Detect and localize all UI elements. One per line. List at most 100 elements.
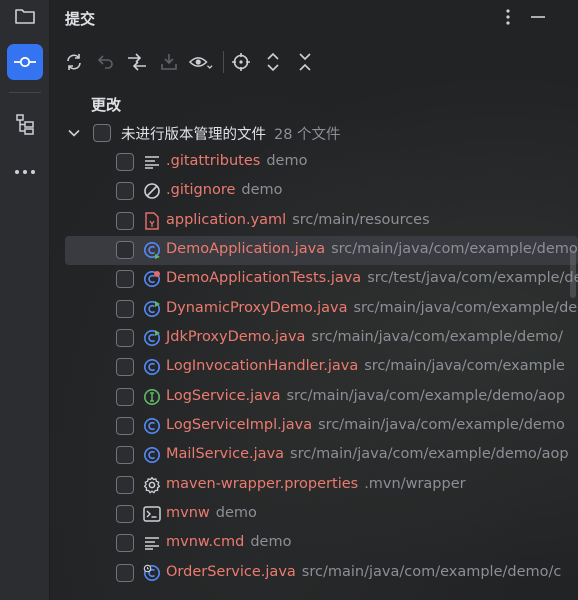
file-checkbox[interactable] xyxy=(116,211,134,230)
scrollbar-thumb[interactable] xyxy=(570,250,576,298)
file-name-text: mvnw.cmd xyxy=(166,534,245,551)
file-name: MailService.java src/main/java/com/exampl… xyxy=(166,446,569,462)
file-name-text: LogInvocationHandler.java xyxy=(166,358,359,375)
file-row[interactable]: MailService.java src/main/java/com/exampl… xyxy=(50,441,578,470)
shelve-icon xyxy=(157,50,181,74)
file-name: DemoApplication.java src/main/java/com/ex… xyxy=(166,241,578,257)
file-row[interactable]: DemoApplication.java src/main/java/com/ex… xyxy=(50,235,578,265)
file-path: src/main/java/com/example/demo/aop xyxy=(286,387,566,404)
commit-icon[interactable] xyxy=(7,44,43,80)
text-file-icon xyxy=(143,534,161,552)
file-path: demo xyxy=(241,182,283,199)
expand-all-icon[interactable] xyxy=(261,50,285,74)
collapse-all-icon[interactable] xyxy=(293,50,317,74)
panel-title: 提交 xyxy=(65,10,96,28)
file-row[interactable]: LogInvocationHandler.java src/main/java/c… xyxy=(50,353,578,382)
options-menu-icon[interactable] xyxy=(496,5,520,29)
group-checkbox[interactable] xyxy=(93,124,111,142)
file-row[interactable]: .gitattributes demo xyxy=(50,148,578,177)
file-name-text: application.yaml xyxy=(166,211,287,228)
file-path: src/main/java/com/example/demo/ xyxy=(311,328,564,345)
file-name-text: JdkProxyDemo.java xyxy=(166,328,306,345)
file-path: src/main/java/com/example/demo/aop xyxy=(290,446,569,463)
locate-icon[interactable] xyxy=(229,50,253,74)
commit-panel: 提交 更改 未进行版本管理的文件 28 个文件 .gitattributes d… xyxy=(50,0,578,600)
group-name: 未进行版本管理的文件 xyxy=(121,127,266,143)
file-row[interactable]: mvnw.cmd demo xyxy=(50,529,578,558)
terminal-icon xyxy=(143,505,161,523)
file-path: .mvn/wrapper xyxy=(364,475,466,492)
file-name: maven-wrapper.properties .mvn/wrapper xyxy=(166,476,466,492)
file-row[interactable]: OrderService.java src/main/java/com/examp… xyxy=(50,559,578,588)
runnable-class-icon xyxy=(143,329,161,347)
file-path: src/test/java/com/example/demo xyxy=(367,270,578,287)
preview-icon[interactable] xyxy=(189,50,213,74)
chevron-down-icon[interactable] xyxy=(66,125,82,141)
file-name: mvnw.cmd demo xyxy=(166,534,291,550)
file-name: DemoApplicationTests.java src/test/java/c… xyxy=(166,270,578,286)
file-name-text: mvnw xyxy=(166,504,210,521)
file-path: src/main/java/com/example/demo/c xyxy=(301,563,562,580)
more-icon[interactable] xyxy=(7,154,43,190)
group-label: 未进行版本管理的文件 28 个文件 xyxy=(121,123,341,144)
file-row[interactable]: JdkProxyDemo.java src/main/java/com/examp… xyxy=(50,324,578,353)
file-name-text: MailService.java xyxy=(166,446,285,463)
file-checkbox[interactable] xyxy=(116,387,134,406)
file-checkbox[interactable] xyxy=(116,358,134,377)
toolbar-divider xyxy=(223,51,224,73)
file-checkbox[interactable] xyxy=(116,446,134,465)
file-checkbox[interactable] xyxy=(116,328,134,347)
structure-icon[interactable] xyxy=(7,106,43,142)
compare-icon[interactable] xyxy=(125,50,149,74)
file-path: demo xyxy=(250,534,292,551)
file-checkbox[interactable] xyxy=(116,182,134,201)
class-icon xyxy=(143,417,161,435)
minimize-icon[interactable] xyxy=(526,5,550,29)
file-name-text: .gitignore xyxy=(166,182,236,199)
file-row[interactable]: DynamicProxyDemo.java src/main/java/com/e… xyxy=(50,295,578,324)
file-checkbox[interactable] xyxy=(116,299,134,318)
stripe-divider xyxy=(9,92,41,93)
file-name-text: .gitattributes xyxy=(166,153,261,169)
file-path: src/main/java/com/example xyxy=(364,358,565,375)
file-checkbox[interactable] xyxy=(116,240,134,259)
yaml-icon xyxy=(143,211,161,230)
file-row[interactable]: LogService.java src/main/java/com/example… xyxy=(50,383,578,412)
file-name: LogService.java src/main/java/com/example… xyxy=(166,388,565,404)
file-row[interactable]: maven-wrapper.properties .mvn/wrapper xyxy=(50,471,578,500)
file-path: src/main/resources xyxy=(292,211,430,228)
file-row[interactable]: .gitignore demo xyxy=(50,177,578,206)
file-row[interactable]: application.yaml src/main/resources xyxy=(50,207,578,236)
file-checkbox[interactable] xyxy=(116,534,134,553)
file-row[interactable]: mvnw demo xyxy=(50,500,578,529)
file-checkbox[interactable] xyxy=(116,475,134,494)
file-name-text: maven-wrapper.properties xyxy=(166,475,359,492)
changes-section-label: 更改 xyxy=(91,96,122,114)
folder-icon[interactable] xyxy=(7,0,43,34)
file-name: DynamicProxyDemo.java src/main/java/com/e… xyxy=(166,300,578,316)
runnable-class-icon xyxy=(143,300,161,318)
file-name: JdkProxyDemo.java src/main/java/com/examp… xyxy=(166,329,563,345)
file-checkbox[interactable] xyxy=(116,504,134,523)
file-name-text: OrderService.java xyxy=(166,563,296,580)
file-checkbox[interactable] xyxy=(116,270,134,289)
file-name-text: DynamicProxyDemo.java xyxy=(166,299,348,316)
file-checkbox[interactable] xyxy=(116,153,134,171)
file-row[interactable]: DemoApplicationTests.java src/test/java/c… xyxy=(50,265,578,294)
refresh-icon[interactable] xyxy=(62,50,86,74)
file-path: src/main/java/com/example/demo xyxy=(331,240,578,257)
unversioned-files-group[interactable]: 未进行版本管理的文件 28 个文件 xyxy=(50,119,578,147)
tool-window-stripe xyxy=(0,0,50,600)
file-path: demo xyxy=(266,153,308,169)
file-checkbox[interactable] xyxy=(116,563,134,582)
file-list: .gitattributes demo .gitignore demo applicat… xyxy=(50,148,578,600)
file-row[interactable]: LogServiceImpl.java src/main/java/com/exa… xyxy=(50,412,578,441)
file-name-text: DemoApplication.java xyxy=(166,240,326,257)
file-path: src/main/java/com/example/demo xyxy=(318,416,565,433)
file-name: application.yaml src/main/resources xyxy=(166,212,430,228)
ignore-icon xyxy=(143,182,161,200)
interface-icon xyxy=(143,388,161,406)
rollback-icon xyxy=(94,50,118,74)
file-name-text: DemoApplicationTests.java xyxy=(166,270,362,287)
file-checkbox[interactable] xyxy=(116,416,134,435)
